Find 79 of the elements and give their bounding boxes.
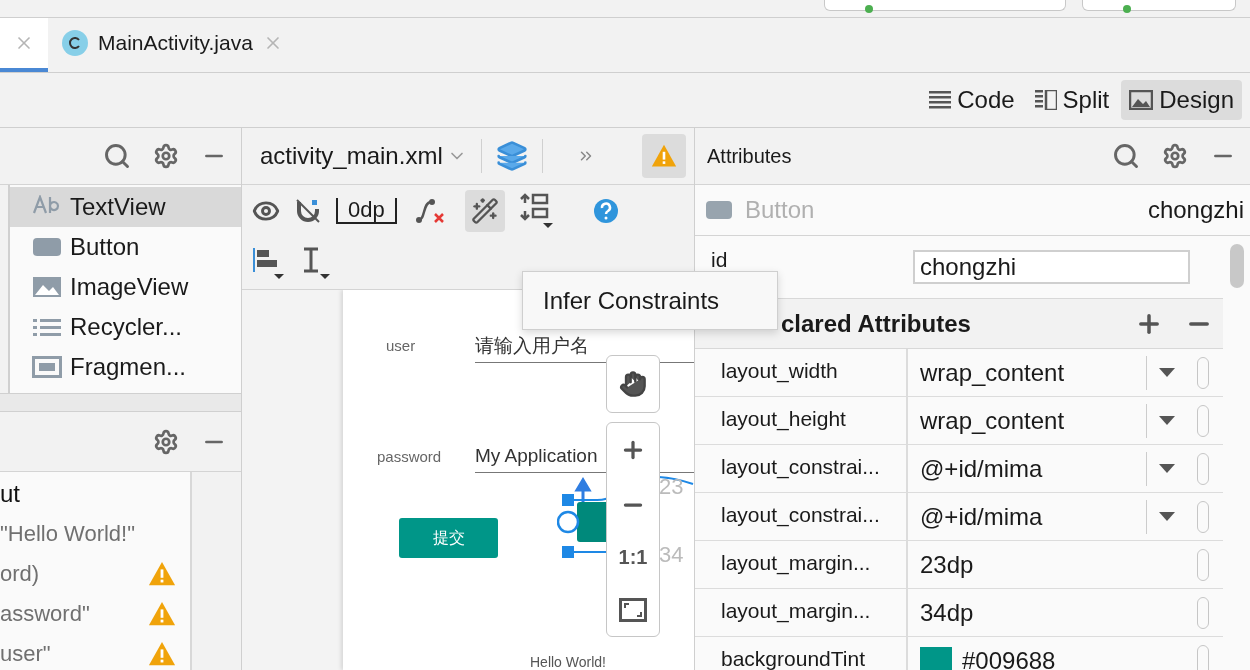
file-dropdown[interactable]: activity_main.xml [260, 142, 467, 170]
default-margin-field[interactable]: 0dp [336, 198, 397, 224]
fragment-icon [32, 356, 62, 378]
view-mode-tab[interactable]: Split [1026, 80, 1118, 120]
settings-icon[interactable] [153, 428, 179, 455]
id-field[interactable]: chongzhi [913, 250, 1190, 284]
caret-icon [1159, 367, 1175, 378]
attribute-value[interactable]: 34dp [920, 600, 974, 625]
attribute-name: layout_margin... [695, 589, 908, 636]
caret-icon [1159, 511, 1175, 522]
caret-icon [1159, 415, 1175, 426]
search-icon[interactable] [1112, 142, 1140, 170]
color-swatch[interactable] [920, 646, 952, 670]
margin-label: 23 [659, 474, 684, 500]
button-icon [32, 237, 62, 257]
attribute-name: layout_width [695, 349, 908, 396]
tree-item[interactable]: "Hello World!" [0, 521, 136, 547]
editor-tab[interactable] [0, 18, 48, 72]
clear-constraints-icon[interactable] [414, 196, 447, 226]
tooltip: Infer Constraints [522, 271, 778, 330]
actual-size-button[interactable]: 1:1 [618, 546, 648, 570]
component-id: chongzhi [1147, 196, 1244, 224]
caret-icon [1159, 463, 1175, 474]
field-label: password [377, 448, 442, 465]
editor-tab[interactable]: MainActivity.java [48, 18, 297, 72]
attribute-value[interactable]: wrap_content [920, 408, 1065, 433]
attribute-name: layout_constrai... [695, 445, 908, 492]
status-dot-icon [1123, 5, 1131, 13]
run-config-dropdown[interactable] [1082, 0, 1236, 11]
attribute-value[interactable]: @+id/mima [920, 504, 1043, 529]
search-icon[interactable] [103, 142, 131, 170]
view-mode-tab[interactable]: Code [921, 80, 1023, 120]
hello-text: Hello World! [530, 654, 606, 670]
palette-item[interactable]: Recycler... [10, 307, 241, 347]
pack-icon[interactable] [518, 193, 553, 229]
image-icon [1129, 90, 1154, 110]
component-type: Button [745, 196, 815, 224]
view-mode-tab[interactable]: Design [1121, 80, 1242, 120]
panel-title: Attributes [707, 144, 792, 168]
attribute-name: layout_constrai... [695, 493, 908, 540]
layers-icon[interactable] [495, 140, 528, 172]
settings-icon[interactable] [153, 143, 179, 169]
align-icon[interactable] [252, 246, 286, 280]
tree-item[interactable]: ut [0, 480, 20, 508]
attribute-value[interactable]: wrap_content [920, 360, 1065, 385]
submit-button[interactable]: 提交 [399, 518, 498, 558]
section-title: clared Attributes [781, 309, 971, 338]
hand-icon [619, 370, 647, 398]
attribute-name: backgroundTint [695, 637, 908, 670]
attribute-name: layout_margin... [695, 541, 908, 588]
pan-button[interactable] [606, 355, 660, 413]
tree-item[interactable]: assword" [0, 601, 90, 627]
tree-item[interactable]: user" [0, 641, 51, 667]
image-icon [32, 276, 62, 298]
margin-label: 34 [659, 542, 684, 568]
help-icon[interactable] [592, 198, 619, 224]
status-dot-icon [865, 5, 873, 13]
list-icon [32, 317, 62, 337]
attribute-value[interactable]: #009688 [962, 648, 1056, 670]
attribute-value[interactable]: 23dp [920, 552, 974, 577]
tree-item[interactable]: ord) [0, 561, 40, 587]
lines-icon [929, 91, 952, 109]
warning-icon [651, 144, 677, 168]
attribute-name: layout_height [695, 397, 908, 444]
class-icon [62, 30, 88, 56]
palette-item[interactable]: Button [10, 227, 241, 267]
attribute-name: id [711, 248, 729, 272]
scrollbar-thumb[interactable] [1229, 244, 1244, 288]
magnet-off-icon[interactable] [294, 197, 322, 225]
magic-wand-icon[interactable] [470, 197, 499, 225]
field-label: user [386, 337, 416, 354]
settings-icon[interactable] [1162, 143, 1188, 169]
button-icon [705, 200, 733, 220]
split-icon [1034, 90, 1057, 110]
palette-item[interactable]: TextView [10, 187, 241, 227]
palette-item[interactable]: Fragmen... [10, 347, 241, 387]
palette-item[interactable]: ImageView [10, 267, 241, 307]
fit-screen-icon[interactable] [619, 597, 647, 622]
attribute-value[interactable]: @+id/mima [920, 456, 1043, 481]
